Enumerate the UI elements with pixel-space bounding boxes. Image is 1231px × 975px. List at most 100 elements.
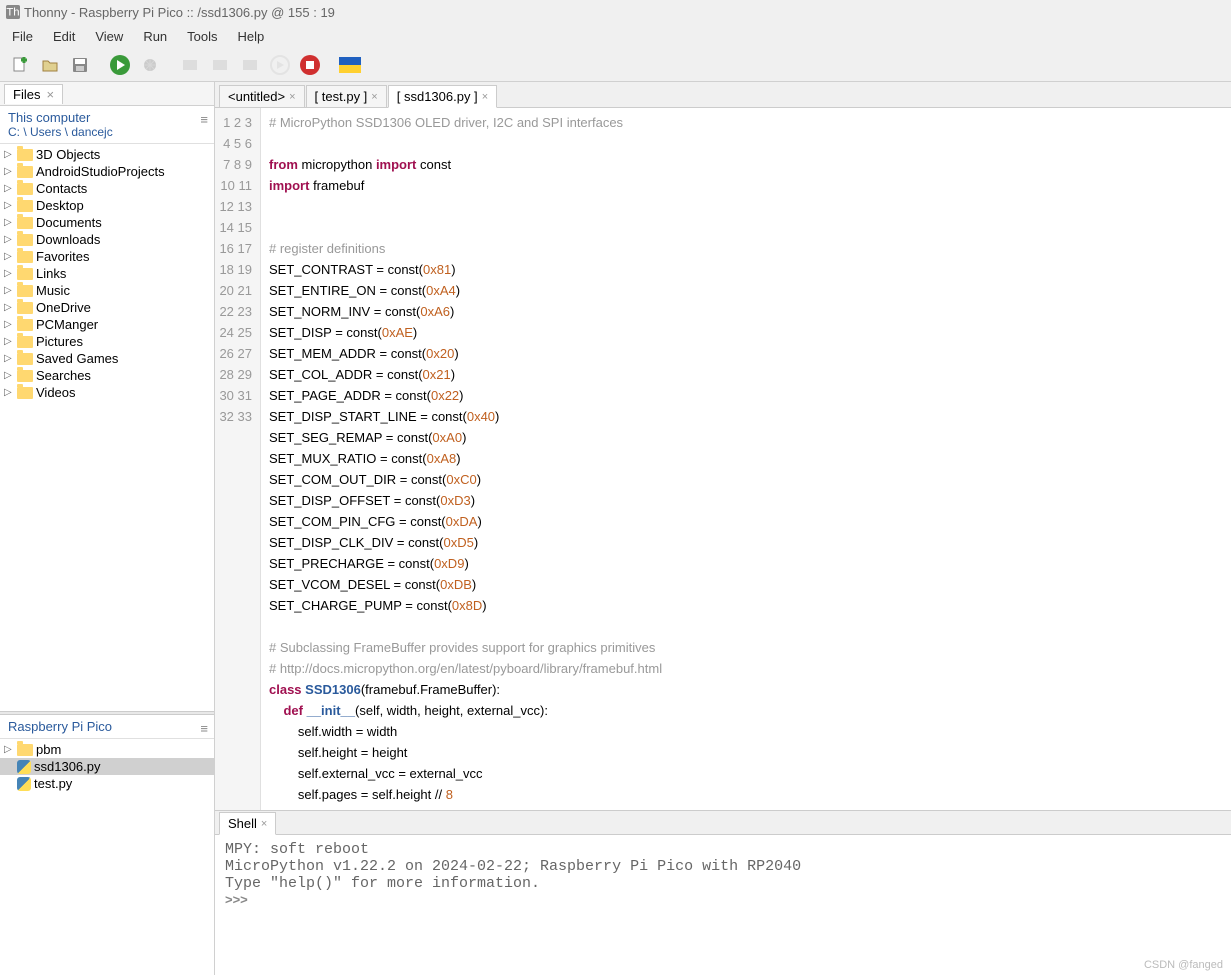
shell-output[interactable]: MPY: soft rebootMicroPython v1.22.2 on 2… [215,835,1231,975]
tree-item[interactable]: ▷Contacts [0,180,214,197]
svg-text:Th: Th [6,7,19,19]
files-header[interactable]: This computer C: \ Users \ dancejc ≡ [0,106,214,144]
files-location-title: This computer [8,110,206,125]
editor-tab[interactable]: [ test.py ]× [306,85,387,108]
run-button[interactable] [106,51,134,79]
tree-item-label: Pictures [36,334,83,349]
shell-tab[interactable]: Shell× [219,812,276,835]
expand-arrow-icon[interactable]: ▷ [4,302,14,313]
expand-arrow-icon[interactable]: ▷ [4,336,14,347]
menu-tools[interactable]: Tools [177,27,227,46]
device-panel-header[interactable]: Raspberry Pi Pico ≡ [0,715,214,739]
expand-arrow-icon[interactable]: ▷ [4,387,14,398]
expand-arrow-icon[interactable]: ▷ [4,217,14,228]
folder-icon [17,387,33,399]
expand-arrow-icon[interactable]: ▷ [4,319,14,330]
folder-icon [17,251,33,263]
save-button[interactable] [66,51,94,79]
tree-item[interactable]: ssd1306.py [0,758,214,775]
python-file-icon [17,777,31,791]
tree-item-label: Downloads [36,232,100,247]
folder-icon [17,285,33,297]
stop-button[interactable] [296,51,324,79]
tree-item[interactable]: ▷Videos [0,384,214,401]
editor-tabbar: <untitled>×[ test.py ]×[ ssd1306.py ]× [215,82,1231,108]
tree-item[interactable]: ▷ Favorites [0,248,214,265]
tree-item[interactable]: test.py [0,775,214,792]
close-icon[interactable]: × [261,818,267,830]
code-area[interactable]: # MicroPython SSD1306 OLED driver, I2C a… [261,108,1231,810]
tree-item[interactable]: ▷ PCManger [0,316,214,333]
folder-icon [17,319,33,331]
expand-arrow-icon[interactable]: ▷ [4,149,14,160]
tree-item[interactable]: ▷ 3D Objects [0,146,214,163]
tab-label: [ ssd1306.py ] [397,89,478,104]
menu-file[interactable]: File [2,27,43,46]
files-panel-menu-icon[interactable]: ≡ [200,112,208,127]
tree-item-label: Links [36,266,66,281]
folder-icon [17,217,33,229]
close-icon[interactable]: × [371,91,377,103]
watermark: CSDN @fanged [1144,959,1223,971]
expand-arrow-icon[interactable]: ▷ [4,234,14,245]
folder-icon [17,149,33,161]
tree-item[interactable]: ▷ Searches [0,367,214,384]
tree-item-label: OneDrive [36,300,91,315]
folder-icon [17,234,33,246]
close-icon[interactable]: × [482,91,488,103]
menu-help[interactable]: Help [228,27,275,46]
tree-item[interactable]: ▷ OneDrive [0,299,214,316]
tab-label: [ test.py ] [315,89,368,104]
tree-item-label: Music [36,283,70,298]
expand-arrow-icon[interactable]: ▷ [4,251,14,262]
folder-icon [17,370,33,382]
tree-item[interactable]: ▷Documents [0,214,214,231]
files-panel-tabbar: Files× [0,82,214,106]
tree-item-label: PCManger [36,317,98,332]
expand-arrow-icon[interactable]: ▷ [4,744,14,755]
step-over-button [176,51,204,79]
menu-view[interactable]: View [85,27,133,46]
editor-tab[interactable]: [ ssd1306.py ] × [388,85,497,108]
app-icon: Th [6,5,20,19]
tree-item-label: Searches [36,368,91,383]
expand-arrow-icon[interactable]: ▷ [4,285,14,296]
device-panel-menu-icon[interactable]: ≡ [200,721,208,736]
expand-arrow-icon[interactable]: ▷ [4,353,14,364]
open-file-button[interactable] [36,51,64,79]
tree-item-label: test.py [34,776,72,791]
tree-item[interactable]: ▷ Saved Games [0,350,214,367]
tree-item-label: 3D Objects [36,147,100,162]
editor-tab[interactable]: <untitled> × [219,85,305,108]
menu-run[interactable]: Run [133,27,177,46]
expand-arrow-icon[interactable]: ▷ [4,183,14,194]
close-icon[interactable]: × [46,87,54,102]
expand-arrow-icon[interactable]: ▷ [4,268,14,279]
tree-item[interactable]: ▷ Links [0,265,214,282]
device-tree[interactable]: ▷pbmssd1306.pytest.py [0,739,214,975]
window-titlebar: Th Thonny - Raspberry Pi Pico :: /ssd130… [0,0,1231,24]
tree-item[interactable]: ▷pbm [0,741,214,758]
files-tree[interactable]: ▷ 3D Objects▷AndroidStudioProjects▷Contac… [0,144,214,711]
files-location-path: C: \ Users \ dancejc [8,125,206,139]
tree-item[interactable]: ▷AndroidStudioProjects [0,163,214,180]
tab-label: <untitled> [228,89,285,104]
folder-icon [17,183,33,195]
resume-button [266,51,294,79]
code-editor[interactable]: 1 2 3 4 5 6 7 8 9 10 11 12 13 14 15 16 1… [215,108,1231,810]
support-ukraine-button[interactable] [336,51,364,79]
close-icon[interactable]: × [289,91,295,103]
tree-item-label: Saved Games [36,351,118,366]
folder-icon [17,268,33,280]
expand-arrow-icon[interactable]: ▷ [4,200,14,211]
expand-arrow-icon[interactable]: ▷ [4,166,14,177]
tree-item[interactable]: ▷ Pictures [0,333,214,350]
menu-edit[interactable]: Edit [43,27,85,46]
tree-item-label: Favorites [36,249,89,264]
new-file-button[interactable] [6,51,34,79]
expand-arrow-icon[interactable]: ▷ [4,370,14,381]
tree-item[interactable]: ▷ Music [0,282,214,299]
tree-item[interactable]: ▷Desktop [0,197,214,214]
tree-item[interactable]: ▷ Downloads [0,231,214,248]
files-panel-tab[interactable]: Files× [4,84,63,104]
